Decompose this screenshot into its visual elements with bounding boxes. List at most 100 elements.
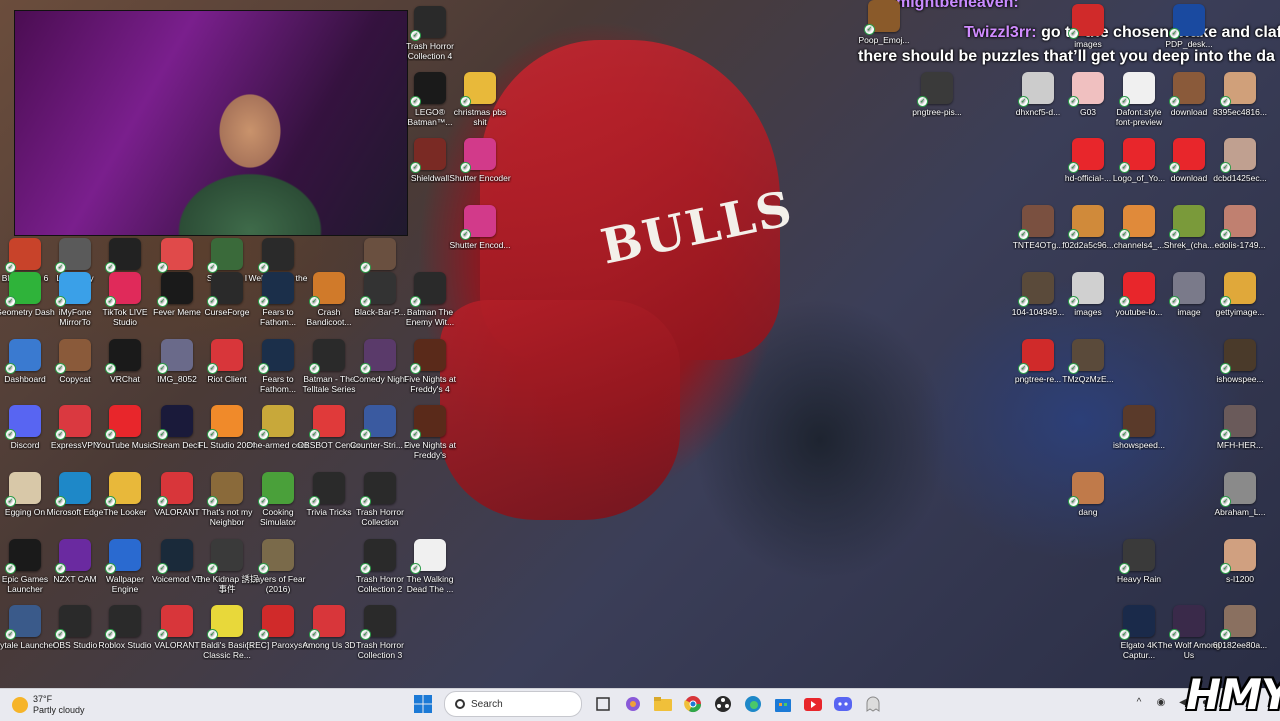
desktop-icon-label: 8395ec4816... <box>1213 107 1267 117</box>
task-view-button[interactable] <box>590 691 616 717</box>
desktop-icon[interactable]: ✓ Poop_Emoj... <box>852 0 916 45</box>
desktop-icon-label: Heavy Rain <box>1117 574 1161 584</box>
sync-check-icon: ✓ <box>1119 162 1130 173</box>
sync-check-icon: ✓ <box>207 363 218 374</box>
sync-check-icon: ✓ <box>5 363 16 374</box>
sync-check-icon: ✓ <box>410 363 421 374</box>
sync-check-icon: ✓ <box>258 563 269 574</box>
desktop-icon[interactable]: ✓ Shutter Encod... <box>448 205 512 250</box>
kidnap-icon: ✓ <box>207 539 243 574</box>
image-icon: ✓ <box>1018 72 1054 107</box>
image-icon: ✓ <box>1119 205 1155 240</box>
desktop-icon[interactable]: ✓ christmas pbs shit <box>448 72 512 127</box>
desktop-icon[interactable]: ✓ MFH-HER... <box>1208 405 1272 450</box>
taskbar-search-box[interactable]: Search <box>444 691 582 717</box>
edge-icon <box>745 696 761 712</box>
desktop-icon[interactable]: ✓ images <box>1056 4 1120 49</box>
network-icon[interactable]: ◉ <box>1154 695 1168 709</box>
youtube-button[interactable] <box>800 691 826 717</box>
desktop-icon[interactable]: ✓ Trash Horror Collection 4 <box>398 6 462 61</box>
desktop-icon[interactable]: ✓ Five Nights at Freddy's <box>398 405 462 460</box>
shutter-encoder-icon: ✓ <box>460 205 496 240</box>
sync-check-icon: ✓ <box>917 96 928 107</box>
sync-check-icon: ✓ <box>55 496 66 507</box>
batman-telltale-icon: ✓ <box>309 339 345 374</box>
desktop-icon[interactable]: ✓ Five Nights at Freddy's 4 <box>398 339 462 394</box>
desktop-icon[interactable]: ✓ PDP_desk... <box>1157 4 1221 49</box>
copilot-button[interactable] <box>620 691 646 717</box>
sync-check-icon: ✓ <box>105 496 116 507</box>
desktop-icon[interactable]: ✓ ishowspeed... <box>1107 405 1171 450</box>
chat-username: Twizzl3rr: <box>964 24 1037 41</box>
image-icon: ✓ <box>1220 138 1256 173</box>
sync-check-icon: ✓ <box>105 363 116 374</box>
welcome-game-icon: ✓ <box>258 238 294 273</box>
desktop-icon[interactable]: ✓ edolis-1749... <box>1208 205 1272 250</box>
trash-horror-icon: ✓ <box>360 472 396 507</box>
desktop-icon-label: dcbd1425ec... <box>1213 173 1267 183</box>
desktop-icon[interactable]: ✓ TMzQzMzE... <box>1056 339 1120 384</box>
app-button[interactable] <box>860 691 886 717</box>
image-icon: ✓ <box>1018 205 1054 240</box>
vrchat-icon: ✓ <box>105 339 141 374</box>
f2f-icon: ✓ <box>258 272 294 307</box>
f2f-icon: ✓ <box>258 339 294 374</box>
desktop-icon[interactable]: ✓ Layers of Fear (2016) <box>246 539 310 594</box>
desktop-icon[interactable]: ✓ dang <box>1056 472 1120 517</box>
desktop-icon[interactable]: ✓ Trash Horror Collection 3 <box>348 605 412 660</box>
desktop-icon[interactable]: ✓ The Walking Dead The ... <box>398 539 462 594</box>
sync-check-icon: ✓ <box>55 629 66 640</box>
edge-icon: ✓ <box>55 472 91 507</box>
desktop-icon[interactable]: ✓ Heavy Rain <box>1107 539 1171 584</box>
desktop-icon[interactable]: ✓ pngtree-pis... <box>905 72 969 117</box>
image-icon: ✓ <box>1220 272 1256 307</box>
ea-icon: ✓ <box>157 238 193 273</box>
desktop-icon[interactable]: ✓ Shutter Encoder <box>448 138 512 183</box>
desktop-icon[interactable]: ✓ Trash Horror Collection <box>348 472 412 527</box>
desktop-icon[interactable]: ✓ 8395ec4816... <box>1208 72 1272 117</box>
desktop-icon[interactable]: ✓ Batman The Enemy Wit... <box>398 272 462 327</box>
desktop-icon-label: Shutter Encoder <box>449 173 511 183</box>
sync-check-icon: ✓ <box>309 629 320 640</box>
sync-check-icon: ✓ <box>55 296 66 307</box>
chevron-up-icon[interactable]: ^ <box>1132 695 1146 709</box>
image-icon: ✓ <box>1018 272 1054 307</box>
desktop-icon[interactable]: ✓ Abraham_L... <box>1208 472 1272 517</box>
image-icon: ✓ <box>1068 72 1104 107</box>
task-view-icon <box>596 697 610 711</box>
batman-icon: ✓ <box>410 72 446 107</box>
sync-check-icon: ✓ <box>207 563 218 574</box>
store-button[interactable] <box>770 691 796 717</box>
file-explorer-button[interactable] <box>650 691 676 717</box>
desktop-icon[interactable]: ✓ gettyimage... <box>1208 272 1272 317</box>
desktop-icon-label: Five Nights at Freddy's <box>404 440 456 460</box>
edge-button[interactable] <box>740 691 766 717</box>
weather-widget[interactable]: 37°F Partly cloudy <box>12 693 85 717</box>
start-button[interactable] <box>410 691 436 717</box>
copycat-icon: ✓ <box>55 339 91 374</box>
sync-check-icon: ✓ <box>1068 229 1079 240</box>
chrome-button[interactable] <box>680 691 706 717</box>
desktop-icon[interactable]: ✓ dcbd1425ec... <box>1208 138 1272 183</box>
desktop-icon-label: MFH-HER... <box>1216 440 1264 450</box>
sync-check-icon: ✓ <box>105 629 116 640</box>
bloons-icon: ✓ <box>5 238 41 273</box>
discord-button[interactable] <box>830 691 856 717</box>
roblox-icon: ✓ <box>105 605 141 640</box>
baldi-icon: ✓ <box>207 605 243 640</box>
trash-horror-icon: ✓ <box>360 539 396 574</box>
desktop-icon[interactable]: ✓ ishowspee... <box>1208 339 1272 384</box>
obs-taskbar-button[interactable] <box>710 691 736 717</box>
sync-check-icon: ✓ <box>1220 629 1231 640</box>
taskbar: 37°F Partly cloudy Search ^ ◉ ◀ ● <box>0 688 1280 721</box>
chat-message: there should be puzzles that’ll get you … <box>858 48 1275 66</box>
sync-check-icon: ✓ <box>5 296 16 307</box>
image-icon: ✓ <box>360 272 396 307</box>
sync-check-icon: ✓ <box>1169 296 1180 307</box>
sync-check-icon: ✓ <box>207 496 218 507</box>
sync-check-icon: ✓ <box>1220 296 1231 307</box>
desktop-icon[interactable]: ✓ 60182ee80a... <box>1208 605 1272 650</box>
sync-check-icon: ✓ <box>258 629 269 640</box>
rec-icon: ✓ <box>258 605 294 640</box>
desktop-icon[interactable]: ✓ s-l1200 <box>1208 539 1272 584</box>
